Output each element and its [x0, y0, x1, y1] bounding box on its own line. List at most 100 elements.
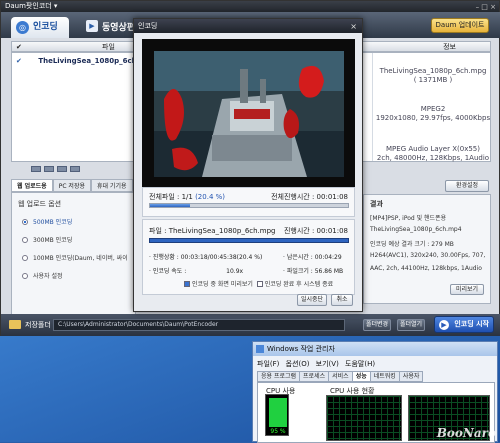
- option-300mb[interactable]: 300MB 인코딩: [22, 235, 72, 244]
- cancel-button[interactable]: 취소: [331, 294, 353, 306]
- tab-portable[interactable]: 휴대 기기용: [90, 179, 133, 192]
- stat-label: · 남은시간 :: [283, 254, 315, 261]
- stat-file-size: · 파일크기 : 56.86 MB: [283, 266, 343, 275]
- file-row[interactable]: ✔ TheLivingSea_1080p_6ch.mp: [16, 57, 152, 65]
- tab-services[interactable]: 서비스: [328, 371, 353, 382]
- change-folder-button[interactable]: 폴더변경: [363, 319, 391, 331]
- tab-download-label: 동영상편: [102, 23, 136, 33]
- tab-applications[interactable]: 응용 프로그램: [257, 371, 301, 382]
- overall-time: 전체진행시간 : 00:01:08: [271, 192, 348, 202]
- file-info-column: TheLivingSea_1080p_6ch.mpg ( 1371MB ) MP…: [372, 53, 492, 162]
- result-title: 결과: [370, 200, 383, 208]
- tab-users[interactable]: 사용자: [398, 371, 424, 382]
- tab-performance[interactable]: 성능: [351, 371, 371, 382]
- stat-value: 56.86 MB: [314, 268, 344, 275]
- radio-icon[interactable]: [22, 237, 28, 243]
- info-file-name: TheLivingSea_1080p_6ch.mpg: [379, 67, 487, 75]
- task-manager-title: Windows 작업 관리자: [267, 345, 335, 353]
- pause-button[interactable]: 일시중단: [297, 294, 327, 306]
- stat-label: · 진행상황 :: [149, 254, 181, 261]
- video-preview: [142, 39, 355, 187]
- result-line: [MP4]PSP, iPod 및 핸드폰용: [370, 215, 447, 222]
- option-100mb[interactable]: 100MB 인코딩(Daum, 네이버, 싸이: [22, 253, 128, 262]
- radio-icon[interactable]: [22, 255, 28, 261]
- task-manager-menu[interactable]: 파일(F) 옵션(O) 보기(V) 도움말(H): [257, 359, 375, 369]
- info-video-spec: 1920x1080, 29.97fps, 4000Kbps: [375, 114, 491, 122]
- list-control-buttons: [31, 166, 80, 172]
- move-bottom-icon[interactable]: [70, 166, 80, 172]
- stat-label: · 파일크기 :: [283, 268, 315, 275]
- radio-icon[interactable]: [22, 219, 28, 225]
- close-icon[interactable]: ×: [350, 20, 357, 34]
- update-button[interactable]: Daum 업데이트: [431, 18, 489, 33]
- stat-speed: · 인코딩 속도 : 10.9x: [149, 266, 243, 275]
- option-label: 사용자 설정: [33, 273, 63, 280]
- result-line: 인코딩 예상 결과 크기 : 279 MB: [370, 241, 454, 248]
- option-title: 웹 업로드 옵션: [18, 200, 62, 208]
- result-panel: 결과 [MP4]PSP, iPod 및 핸드폰용 TheLivingSea_10…: [363, 194, 491, 304]
- tab-processes[interactable]: 프로세스: [299, 371, 330, 382]
- stat-value: 00:03:18/00:45:38(20.4 %): [180, 254, 263, 261]
- move-down-icon[interactable]: [57, 166, 67, 172]
- option-label: 300MB 인코딩: [33, 237, 73, 244]
- save-path-field[interactable]: C:\Users\Administrator\Documents\Daum\Po…: [53, 319, 345, 331]
- option-tabs: 웹 업로드용 PC 저장용 휴대 기기용: [11, 179, 136, 192]
- file-progress-bar: [149, 238, 349, 243]
- tab-encoding[interactable]: ◎ 인코딩: [11, 17, 69, 38]
- stat-value: 00:04:29: [314, 254, 342, 261]
- overall-progress-section: 전체파일 : 1/1 (20.4 %) 전체진행시간 : 00:01:08: [142, 187, 355, 217]
- column-file[interactable]: 파일: [102, 42, 115, 52]
- open-folder-button[interactable]: 폴더열기: [397, 319, 425, 331]
- stat-remaining: · 남은시간 : 00:04:29: [283, 252, 342, 261]
- cpu-history-graph-1: [326, 395, 402, 441]
- result-line: AAC, 2ch, 44100Hz, 128kbps, 1Audio: [370, 265, 482, 272]
- overall-progress-bar: [149, 203, 349, 208]
- cpu-usage-fill: [269, 398, 287, 427]
- settings-button[interactable]: 환경설정: [445, 180, 489, 192]
- folder-icon: [9, 320, 21, 329]
- file-checkbox[interactable]: ✔: [16, 57, 22, 65]
- result-line: H264(AVC1), 320x240, 30.00Fps, 707,: [370, 252, 486, 259]
- app-title[interactable]: Daum팟인코더 ▾: [5, 2, 57, 10]
- preview-button[interactable]: 미리보기: [450, 284, 484, 295]
- column-info[interactable]: 정보: [443, 42, 456, 52]
- start-encoding-button[interactable]: ▶ 인코딩 시작: [434, 316, 494, 333]
- overall-progress-fill: [150, 204, 191, 207]
- stat-label: · 인코딩 속도 :: [149, 268, 189, 275]
- option-500mb[interactable]: 500MB 인코딩: [22, 217, 72, 226]
- option-label: 500MB 인코딩: [33, 219, 73, 226]
- save-folder-label: 저장폴더: [25, 321, 51, 329]
- start-encoding-label: 인코딩 시작: [454, 320, 489, 328]
- cpu-usage-gauge: 95 %: [265, 394, 289, 436]
- tab-encoding-label: 인코딩: [33, 22, 58, 32]
- overall-time-value: 00:01:08: [316, 193, 348, 201]
- select-all-checkbox[interactable]: ✔: [16, 42, 22, 52]
- radio-icon[interactable]: [22, 273, 28, 279]
- cpu-usage-percent: 95 %: [270, 428, 286, 435]
- info-file-size: ( 1371MB ): [413, 76, 453, 84]
- tab-web-upload[interactable]: 웹 업로드용: [11, 179, 53, 192]
- option-custom[interactable]: 사용자 설정: [22, 271, 63, 280]
- task-manager-tabs: 응용 프로그램 프로세스 서비스 성능 네트워킹 사용자: [257, 371, 424, 382]
- tab-networking[interactable]: 네트워킹: [369, 371, 400, 382]
- overall-label: 전체파일 : 1/1 (20.4 %): [149, 192, 225, 202]
- tab-pc-save[interactable]: PC 저장용: [52, 179, 91, 192]
- info-video-codec: MPEG2: [420, 105, 446, 113]
- tab-download[interactable]: ▶ 동영상편: [86, 20, 135, 33]
- download-icon: ▶: [86, 20, 98, 32]
- preview-checkbox[interactable]: [184, 281, 190, 287]
- overall-time-label: 전체진행시간 :: [271, 193, 317, 201]
- encoding-dialog: 인코딩 × 전체파일 : 1/1 (20.4 %) 전체진행시간 : 00:01…: [133, 18, 363, 312]
- move-up-icon[interactable]: [44, 166, 54, 172]
- dialog-title: 인코딩: [138, 22, 158, 30]
- option-label: 100MB 인코딩(Daum, 네이버, 싸이: [33, 255, 128, 262]
- watermark: BooNaro: [436, 426, 496, 440]
- stat-value: 10.9x: [226, 268, 244, 275]
- preview-option-label: 인코딩 중 화면 미리보기: [192, 281, 253, 288]
- move-top-icon[interactable]: [31, 166, 41, 172]
- shutdown-checkbox[interactable]: [256, 281, 263, 287]
- info-audio-codec: MPEG Audio Layer X(0x55): [386, 145, 480, 153]
- overall-percent: (20.4 %): [195, 193, 226, 201]
- shutdown-option-label: 인코딩 완료 후 시스템 종료: [264, 281, 334, 288]
- window-title-bar: Daum팟인코더 ▾ – □ ×: [1, 1, 499, 12]
